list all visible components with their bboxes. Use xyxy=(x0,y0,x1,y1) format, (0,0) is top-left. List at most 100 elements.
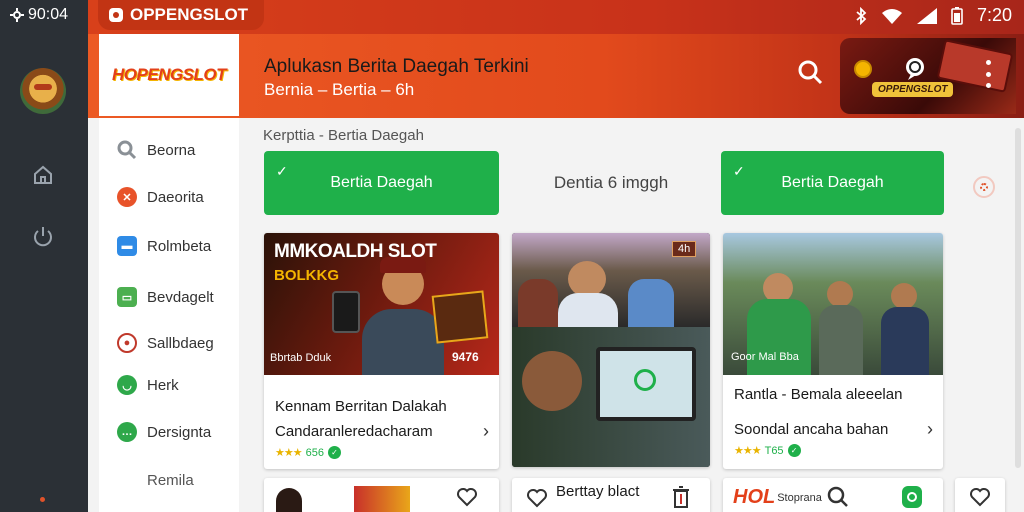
home-icon[interactable] xyxy=(30,162,56,188)
sidebar-item-label: Dersignta xyxy=(147,423,212,441)
app-badge-icon xyxy=(109,8,123,22)
page-subtitle: Bernia – Bertia – 6h xyxy=(264,80,415,99)
sidebar-item-label: Beorna xyxy=(147,141,196,159)
brand-strip: HOL Stoprana xyxy=(733,486,822,509)
logo-text: HOPENGSLOT xyxy=(111,65,227,84)
grid-icon: ▭ xyxy=(117,287,137,307)
crowd-photo: 4h xyxy=(512,233,710,327)
battery-icon xyxy=(951,6,963,25)
main-panel: Kerpttia - Bertia Daegah ✓ Bertia Daegah… xyxy=(239,118,1024,512)
news-icon: ▬ xyxy=(117,236,137,256)
thumb-price: 9476 xyxy=(452,350,479,364)
person-head xyxy=(891,283,917,309)
more-menu-icon[interactable] xyxy=(984,60,992,88)
news-card-1[interactable]: MMKOALDH SLOT BOLKKG Bbrtab Dduk 9476 Ke… xyxy=(264,233,499,469)
app-header: HOPENGSLOT Aplukasn Berita Daegah Terkin… xyxy=(88,34,1024,118)
sidebar-item-rolmbeta[interactable]: ▬ Rolmbeta xyxy=(117,236,211,256)
news-card-6[interactable]: HOL Stoprana xyxy=(723,478,943,512)
brand-mark: HOL xyxy=(733,486,776,508)
notification-dot xyxy=(40,497,45,502)
person-body xyxy=(881,307,929,375)
news-card-3[interactable]: Goor Mal Bba Rantla - Bemala aleeelan So… xyxy=(723,233,943,469)
slot-screen xyxy=(431,290,489,344)
phone-icon xyxy=(332,291,360,333)
tab-bertia-daegah[interactable]: ✓ Bertia Daegah xyxy=(264,151,499,215)
tablet-icon xyxy=(596,347,696,421)
cap-shape xyxy=(380,257,426,273)
broken-heart-icon[interactable] xyxy=(526,488,548,508)
sidebar-item-remila[interactable]: Remila xyxy=(147,472,194,489)
heart-icon[interactable] xyxy=(456,487,478,507)
sidebar-item-bevdagelt[interactable]: ▭ Bevdagelt xyxy=(117,287,214,307)
thumb-strip xyxy=(354,486,410,512)
coin-icon xyxy=(854,60,872,78)
sidebar-item-label: Daeorita xyxy=(147,188,204,206)
person-body xyxy=(558,293,618,327)
check-icon: ✓ xyxy=(733,163,745,179)
sidebar-item-label: Remila xyxy=(147,472,194,489)
power-icon[interactable] xyxy=(30,223,56,249)
tab-label: Dentia 6 imggh xyxy=(553,173,669,192)
thumb-tag: BOLKKG xyxy=(274,267,339,284)
star-rating-icon: ★★★ xyxy=(275,447,303,459)
news-card-5[interactable]: Berttay blact xyxy=(512,478,710,512)
search-icon xyxy=(117,140,137,160)
sidebar-item-label: Sallbdaeg xyxy=(147,334,214,352)
card-subtitle: Candaranleredacharam xyxy=(275,423,433,440)
search-icon[interactable] xyxy=(796,58,824,86)
verified-icon: ✓ xyxy=(787,444,801,457)
person-thumb xyxy=(276,488,302,512)
brand-tail: Stoprana xyxy=(777,491,822,504)
status-app-pill: OPPENGSLOT xyxy=(98,0,264,30)
crowd-person xyxy=(518,279,558,327)
sidebar-item-dersignta[interactable]: … Dersignta xyxy=(117,422,211,442)
verified-icon: ✓ xyxy=(327,446,341,459)
card-title: Kennam Berritan Dalakah xyxy=(275,398,447,415)
chevron-right-icon[interactable]: › xyxy=(927,419,933,440)
sidebar-item-label: Bevdagelt xyxy=(147,288,214,306)
news-card-2[interactable]: 4h xyxy=(512,233,710,467)
card-rating: 656 xyxy=(305,446,324,459)
sidebar-item-daeorita[interactable]: ✕ Daeorita xyxy=(117,187,204,207)
scrollbar[interactable] xyxy=(1015,128,1021,468)
card-thumbnail: MMKOALDH SLOT BOLKKG Bbrtab Dduk 9476 xyxy=(264,233,499,375)
tab-dentia-imggh[interactable]: Dentia 6 imggh xyxy=(511,151,711,215)
sidebar-item-sallbdaeg[interactable]: ● Sallbdaeg xyxy=(117,333,214,353)
refresh-icon[interactable] xyxy=(973,176,995,198)
app-icon[interactable] xyxy=(902,486,922,508)
heart-icon[interactable] xyxy=(969,487,991,507)
news-card-4[interactable] xyxy=(264,478,499,512)
search-icon[interactable] xyxy=(827,486,849,508)
card-rating: T65 xyxy=(764,444,784,457)
sidebar-item-beorna[interactable]: Beorna xyxy=(117,140,195,160)
card-title: Berttay blact xyxy=(556,483,640,500)
speech-icon xyxy=(906,58,924,80)
sidebar-item-label: Herk xyxy=(147,376,179,394)
card-thumbnail: Goor Mal Bba xyxy=(723,233,943,375)
thumb-caption: Bbrtab Dduk xyxy=(270,352,332,364)
trash-icon[interactable] xyxy=(672,486,690,508)
promo-label: OPPENGSLOT xyxy=(872,82,954,97)
status-bar: OPPENGSLOT 7:20 xyxy=(88,0,1024,34)
tablet-photo xyxy=(512,327,710,467)
sidebar-item-label: Rolmbeta xyxy=(147,237,212,255)
chat-icon: ◡ xyxy=(117,375,137,395)
card-meta: ★★★ T65 ✓ xyxy=(734,444,801,457)
card-title: Rantla - Bemala aleeelan xyxy=(734,386,903,403)
settings-icon xyxy=(10,8,24,22)
content-area: Beorna ✕ Daeorita ▬ Rolmbeta ▭ Bevdagelt… xyxy=(88,118,1024,512)
brand-logo[interactable]: HOPENGSLOT xyxy=(99,34,239,116)
rail-clock: 90:04 xyxy=(10,6,68,24)
left-rail: 90:04 xyxy=(0,0,88,512)
chevron-right-icon[interactable]: › xyxy=(483,421,489,442)
avatar[interactable] xyxy=(20,68,66,114)
sidebar-item-herk[interactable]: ◡ Herk xyxy=(117,375,179,395)
tab-label: Bertia Daegah xyxy=(781,174,884,191)
sidebar: Beorna ✕ Daeorita ▬ Rolmbeta ▭ Bevdagelt… xyxy=(99,118,239,512)
tab-bertia-daegah-2[interactable]: ✓ Bertia Daegah xyxy=(721,151,944,215)
side-action-card[interactable] xyxy=(955,478,1005,512)
status-time: 7:20 xyxy=(976,5,1012,25)
card-badge: 4h xyxy=(672,241,697,257)
thumb-caption: Goor Mal Bba xyxy=(731,351,799,363)
card-meta: ★★★ 656 ✓ xyxy=(275,446,341,459)
